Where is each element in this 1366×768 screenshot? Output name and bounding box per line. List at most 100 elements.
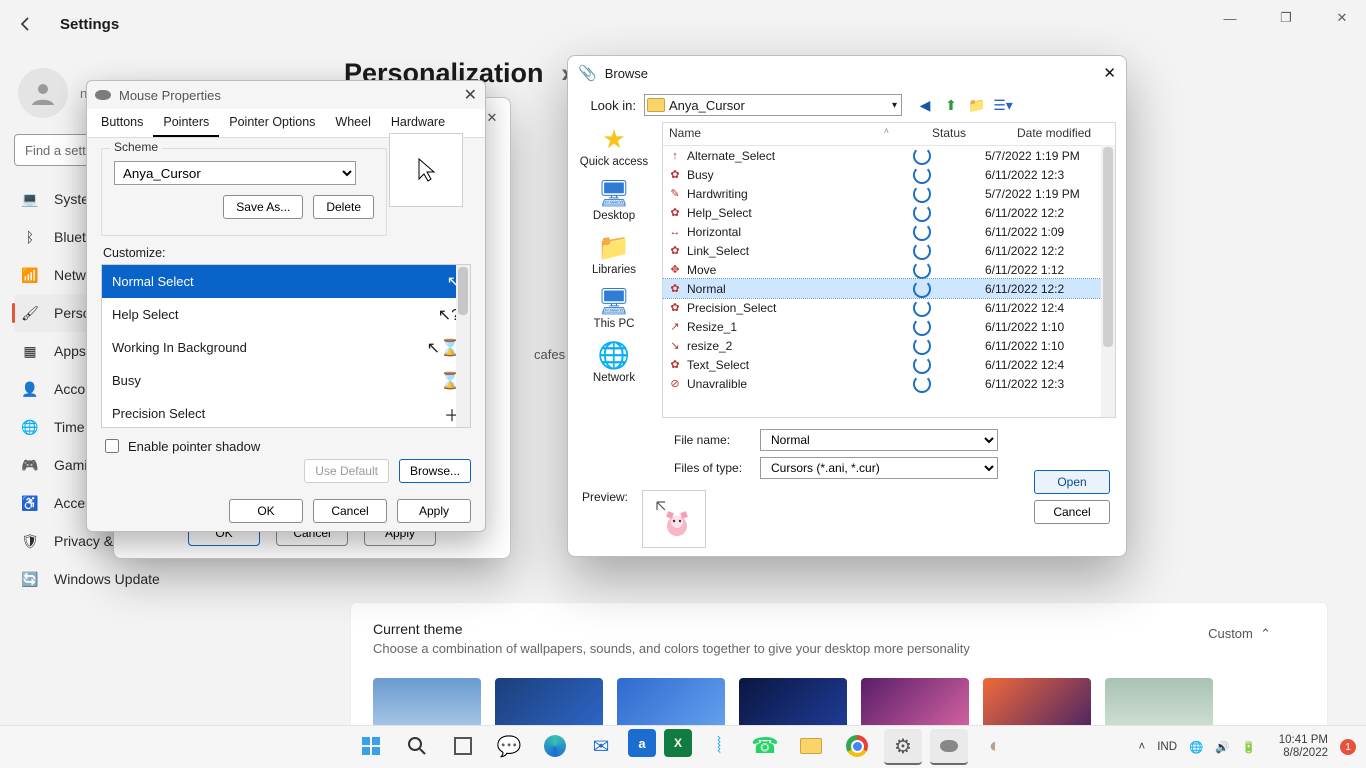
- tab-buttons[interactable]: Buttons: [91, 109, 153, 137]
- edge-icon[interactable]: [536, 729, 574, 763]
- vscode-icon[interactable]: ⦚: [700, 729, 738, 763]
- mouse-taskbar-icon[interactable]: [930, 729, 968, 765]
- ok-button[interactable]: OK: [229, 499, 303, 523]
- nav-icon: 🌐: [20, 417, 40, 437]
- file-item[interactable]: ⊘Unavralible6/11/2022 12:3: [663, 374, 1115, 393]
- nav-back-icon[interactable]: ◀: [916, 96, 934, 114]
- file-item[interactable]: ↑Alternate_Select5/7/2022 1:19 PM: [663, 146, 1115, 165]
- nav-icon: 🎮: [20, 455, 40, 475]
- scrollbar[interactable]: [456, 265, 470, 427]
- file-item[interactable]: ✿Help_Select6/11/2022 12:2: [663, 203, 1115, 222]
- filetype-label: Files of type:: [674, 461, 750, 475]
- app-icon[interactable]: ◐: [976, 729, 1014, 763]
- nav-icon: ♿: [20, 493, 40, 513]
- lookin-select[interactable]: Anya_Cursor ▾: [644, 94, 902, 116]
- place-desktop[interactable]: 🖥Desktop: [572, 178, 656, 222]
- file-item[interactable]: ✎Hardwriting5/7/2022 1:19 PM: [663, 184, 1115, 203]
- chrome-icon[interactable]: [838, 729, 876, 763]
- tray-chevron-icon[interactable]: ˄: [1138, 741, 1145, 753]
- search-icon[interactable]: [398, 729, 436, 763]
- file-item[interactable]: ↗Resize_16/11/2022 1:10: [663, 317, 1115, 336]
- browse-button[interactable]: Browse...: [399, 459, 471, 483]
- use-default-button[interactable]: Use Default: [304, 459, 389, 483]
- battery-icon[interactable]: 🔋: [1242, 740, 1256, 754]
- place-this-pc[interactable]: 🖥This PC: [572, 286, 656, 330]
- mouse-titlebar[interactable]: Mouse Properties ✕: [87, 81, 485, 109]
- apply-button[interactable]: Apply: [397, 499, 471, 523]
- maximize-button[interactable]: ❐: [1268, 4, 1304, 32]
- notification-badge[interactable]: 1: [1340, 739, 1356, 755]
- filename-input[interactable]: Normal: [760, 429, 998, 451]
- cancel-button[interactable]: Cancel: [313, 499, 387, 523]
- browse-titlebar[interactable]: 📎 Browse ✕: [568, 56, 1126, 90]
- save-as-button[interactable]: Save As...: [223, 195, 303, 219]
- file-item[interactable]: ✿Precision_Select6/11/2022 12:4: [663, 298, 1115, 317]
- scrollbar[interactable]: [1101, 145, 1115, 417]
- file-icon: ✿: [667, 358, 683, 372]
- place-network[interactable]: 🌐Network: [572, 340, 656, 384]
- chat-icon[interactable]: 💬: [490, 729, 528, 763]
- file-item[interactable]: ✿Normal6/11/2022 12:2: [663, 279, 1115, 298]
- start-button[interactable]: [352, 729, 390, 763]
- nav-icon: 🖌: [20, 303, 40, 323]
- file-item[interactable]: ✥Move6/11/2022 1:12: [663, 260, 1115, 279]
- file-item[interactable]: ✿Link_Select6/11/2022 12:2: [663, 241, 1115, 260]
- close-icon[interactable]: ✕: [464, 85, 477, 105]
- tab-pointer-options[interactable]: Pointer Options: [219, 109, 325, 137]
- volume-icon[interactable]: 🔊: [1215, 740, 1229, 754]
- app-icon[interactable]: a: [628, 729, 656, 757]
- sync-icon: [913, 375, 985, 393]
- mail-icon[interactable]: ✉: [582, 729, 620, 763]
- task-view-icon[interactable]: [444, 729, 482, 763]
- new-folder-icon[interactable]: 📁: [968, 96, 986, 114]
- sync-icon: [913, 242, 985, 260]
- delete-button[interactable]: Delete: [313, 195, 374, 219]
- tab-wheel[interactable]: Wheel: [325, 109, 380, 137]
- file-item[interactable]: ✿Text_Select6/11/2022 12:4: [663, 355, 1115, 374]
- enable-shadow-label: Enable pointer shadow: [128, 439, 260, 454]
- whatsapp-icon[interactable]: ☎: [746, 729, 784, 763]
- file-list-header[interactable]: Name ˄ Status Date modified: [663, 123, 1115, 146]
- place-libraries[interactable]: 📁Libraries: [572, 232, 656, 276]
- place-quick-access[interactable]: ★Quick access: [572, 124, 656, 168]
- cursor-item[interactable]: Working In Background↖⌛: [102, 331, 470, 364]
- file-item[interactable]: ↘resize_26/11/2022 1:10: [663, 336, 1115, 355]
- col-name[interactable]: Name ˄: [663, 123, 926, 145]
- file-icon: ✿: [667, 168, 683, 182]
- filetype-select[interactable]: Cursors (*.ani, *.cur): [760, 457, 998, 479]
- cancel-button[interactable]: Cancel: [1034, 500, 1110, 524]
- taskbar: 💬 ✉ a X ⦚ ☎ ⚙ ◐ ˄ IND 🌐 🔊 🔋 10:41 PM8/8/…: [0, 725, 1366, 768]
- col-status[interactable]: Status: [926, 123, 1011, 145]
- back-button[interactable]: [12, 10, 40, 38]
- close-settings-button[interactable]: ✕: [1324, 4, 1360, 32]
- file-icon: ✿: [667, 206, 683, 220]
- up-icon[interactable]: ⬆: [942, 96, 960, 114]
- cursor-item[interactable]: Precision Select＋: [102, 397, 470, 428]
- sync-icon: [913, 261, 985, 279]
- folder-icon: [647, 98, 665, 112]
- cursor-list[interactable]: Normal Select↖Help Select↖?Working In Ba…: [101, 264, 471, 428]
- excel-icon[interactable]: X: [664, 729, 692, 757]
- file-explorer-icon[interactable]: [792, 729, 830, 763]
- scheme-select[interactable]: Anya_Cursor: [114, 161, 356, 185]
- file-item[interactable]: ✿Busy6/11/2022 12:3: [663, 165, 1115, 184]
- cursor-item[interactable]: Normal Select↖: [102, 265, 470, 298]
- cursor-item[interactable]: Busy⌛: [102, 364, 470, 397]
- close-icon[interactable]: ✕: [1103, 64, 1116, 82]
- nav-item-windows-update[interactable]: 🔄Windows Update: [14, 560, 314, 598]
- avatar[interactable]: [18, 68, 68, 118]
- view-menu-icon[interactable]: ☰▾: [994, 96, 1012, 114]
- file-item[interactable]: ↔Horizontal6/11/2022 1:09: [663, 222, 1115, 241]
- clock[interactable]: 10:41 PM8/8/2022: [1268, 734, 1328, 760]
- settings-taskbar-icon[interactable]: ⚙: [884, 729, 922, 765]
- network-icon[interactable]: 🌐: [1189, 740, 1203, 754]
- tab-pointers[interactable]: Pointers: [153, 109, 219, 137]
- minimize-button[interactable]: —: [1212, 4, 1248, 32]
- enable-shadow-checkbox[interactable]: [105, 439, 119, 453]
- open-button[interactable]: Open: [1034, 470, 1110, 494]
- settings-title: Settings: [60, 16, 119, 33]
- cursor-item[interactable]: Help Select↖?: [102, 298, 470, 331]
- col-date[interactable]: Date modified: [1011, 123, 1115, 145]
- attachment-icon: 📎: [578, 64, 597, 82]
- language-indicator[interactable]: IND: [1157, 741, 1177, 753]
